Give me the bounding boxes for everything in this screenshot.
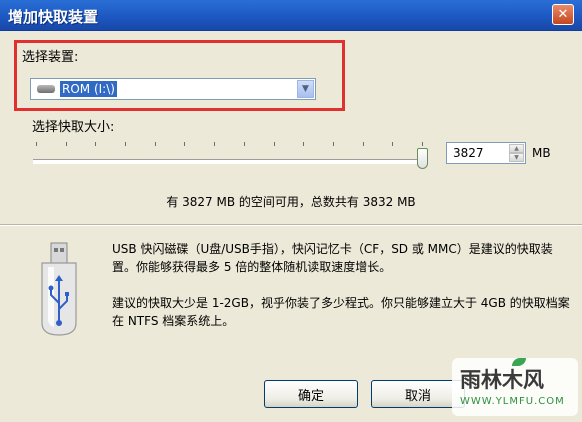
slider-tick [65,142,67,146]
slider-tick [154,142,156,146]
slider-tick [125,142,127,146]
watermark-url: WWW.YLMFU.COM [460,396,565,407]
cache-size-slider[interactable] [33,159,425,164]
separator [0,224,582,226]
watermark-logo-text: 雨林木风 [460,368,544,392]
size-advice-text: 建议的快取大少是 1-2GB，视乎你装了多少程式。你只能够建立大于 4GB 的快… [112,296,570,328]
chevron-down-icon[interactable]: ▼ [297,80,314,98]
window-title: 增加快取装置 [8,8,99,26]
ok-button[interactable]: 确定 [264,380,358,408]
usb-drive-icon [41,242,77,336]
slider-tick [184,142,186,146]
spin-down-icon[interactable]: ▼ [509,153,524,162]
cache-size-value: 3827 [453,146,484,160]
slider-tick [95,142,97,146]
watermark-logo: 雨林木风 WWW.YLMFU.COM [452,358,578,416]
close-icon: ✕ [557,7,569,22]
device-selected-value: ROM (I:\) [59,80,118,98]
space-info-text: 有 3827 MB 的空间可用，总数共有 3832 MB [166,195,416,209]
recommend-text: USB 快闪磁碟（U盘/USB手指），快闪记忆卡（CF，SD 或 MMC）是建议… [112,242,553,274]
slider-tick [36,142,37,146]
slider-tick [332,142,334,146]
cache-size-label: 选择快取大小: [32,120,115,135]
slider-thumb[interactable] [416,148,428,169]
slider-tick [422,142,423,146]
slider-tick [362,142,364,146]
slider-tick [303,142,305,146]
slider-tick [392,142,394,146]
drive-icon [37,85,55,93]
unit-label: MB [532,146,551,160]
spin-up-icon[interactable]: ▲ [509,144,524,153]
device-select[interactable]: ROM (I:\) ▼ [30,78,316,100]
title-bar: 增加快取装置 ✕ [0,0,582,31]
device-label: 选择装置: [22,50,79,65]
slider-tick [214,142,216,146]
close-button[interactable]: ✕ [552,4,574,25]
slider-tick [243,142,245,146]
cancel-button[interactable]: 取消 [371,380,465,408]
slider-tick [273,142,275,146]
cache-size-spinner[interactable]: 3827 ▲ ▼ [446,142,526,164]
